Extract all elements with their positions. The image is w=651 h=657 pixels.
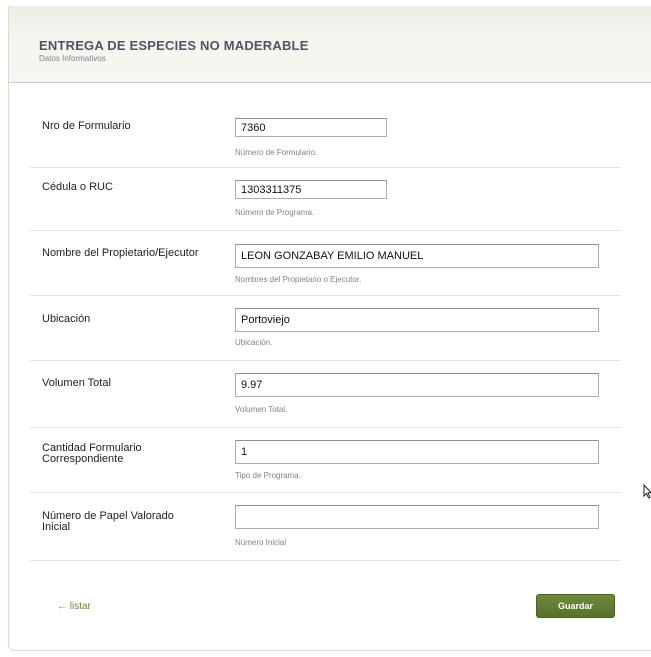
field-label: Cédula o RUC bbox=[42, 181, 113, 193]
papel-valorado-input[interactable] bbox=[235, 505, 599, 529]
page-subtitle: Datos Informativos bbox=[39, 54, 106, 63]
field-label-line: Correspondiente bbox=[42, 453, 124, 465]
save-button[interactable]: Guardar bbox=[536, 594, 615, 618]
field-help-text: Volumen Total. bbox=[235, 405, 288, 414]
cedula-ruc-input[interactable] bbox=[235, 180, 387, 199]
page-title: ENTREGA DE ESPECIES NO MADERABLE bbox=[39, 38, 309, 53]
field-label: Nro de Formulario bbox=[42, 120, 131, 132]
field-help-text: Nombres del Propietario o Ejecutor. bbox=[235, 275, 362, 284]
form-row-propietario: Nombre del Propietario/Ejecutor Nombres … bbox=[30, 231, 620, 296]
field-label: Volumen Total bbox=[42, 377, 111, 389]
nro-formulario-input[interactable] bbox=[235, 118, 387, 137]
field-label: Ubicación bbox=[42, 313, 91, 325]
form-row-volumen-total: Volumen Total Volumen Total. bbox=[30, 361, 620, 428]
field-label-line: Inicial bbox=[42, 521, 71, 533]
form-row-papel-valorado: Número de Papel Valorado Inicial Número … bbox=[30, 493, 620, 561]
form-header: ENTREGA DE ESPECIES NO MADERABLE Datos I… bbox=[9, 6, 651, 83]
ubicacion-input[interactable] bbox=[235, 308, 599, 332]
mouse-pointer-icon bbox=[643, 483, 651, 504]
field-help-text: Número de Programa. bbox=[235, 208, 315, 217]
form-row-cedula-ruc: Cédula o RUC Número de Programa. bbox=[30, 168, 620, 231]
field-help-text: Tipo de Programa. bbox=[235, 471, 301, 480]
field-help-text: Número Inicial bbox=[235, 538, 287, 547]
field-help-text: Número de Formulario. bbox=[235, 148, 318, 157]
form-row-nro-formulario: Nro de Formulario Número de Formulario. bbox=[30, 107, 620, 168]
field-label: Nombre del Propietario/Ejecutor bbox=[42, 247, 199, 259]
field-help-text: Ubicación. bbox=[235, 338, 273, 347]
form-row-ubicacion: Ubicación Ubicación. bbox=[30, 296, 620, 361]
cantidad-formulario-input[interactable] bbox=[235, 440, 599, 464]
field-label: Número de Papel Valorado Inicial bbox=[42, 511, 174, 533]
field-label: Cantidad Formulario Correspondiente bbox=[42, 443, 142, 465]
propietario-input[interactable] bbox=[235, 244, 599, 268]
back-to-list-link[interactable]: ← listar bbox=[57, 601, 91, 612]
volumen-total-input[interactable] bbox=[235, 373, 599, 397]
form-row-cantidad-formulario: Cantidad Formulario Correspondiente Tipo… bbox=[30, 428, 620, 493]
